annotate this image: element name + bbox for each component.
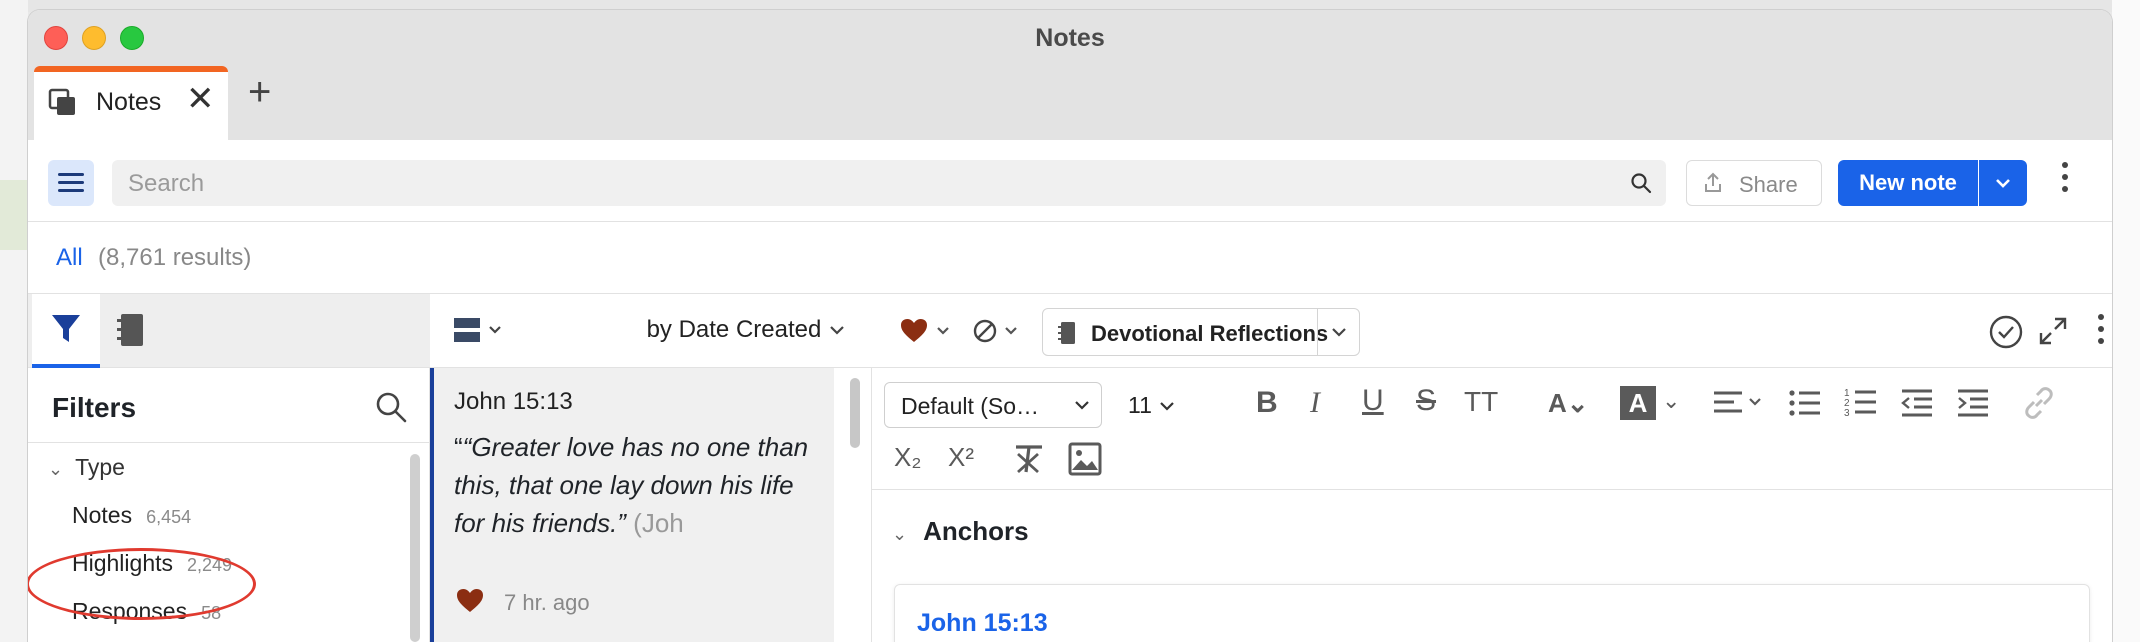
strikethrough-icon[interactable]: S	[1416, 386, 1436, 416]
tab-close-icon[interactable]: ✕	[186, 82, 215, 116]
notebook-icon	[1058, 322, 1075, 344]
chevron-down-icon	[1160, 402, 1175, 411]
sidebar-menu-button[interactable]	[48, 160, 94, 206]
font-size-select[interactable]: 11	[1128, 392, 1176, 419]
more-options-icon[interactable]	[2062, 162, 2070, 198]
check-circle-icon[interactable]	[1988, 314, 2024, 350]
list-scrollbar[interactable]	[850, 378, 860, 448]
anchor-card: John 15:13	[894, 584, 2090, 642]
notes-stack-icon	[48, 88, 75, 115]
list-item[interactable]: John 15:13 ““Greater love has no one tha…	[430, 368, 834, 642]
heart-icon	[457, 589, 483, 612]
add-tab-button[interactable]: +	[248, 72, 271, 112]
type-group-label: Type	[75, 454, 125, 480]
layout-toggle-icon[interactable]	[454, 316, 510, 346]
chevron-down-icon	[830, 326, 844, 335]
search-icon[interactable]	[1630, 172, 1652, 194]
results-bar: All (8,761 results)	[28, 222, 2112, 294]
visibility-dropdown-icon[interactable]	[972, 316, 1034, 346]
notebook-label: Devotional Reflections	[1091, 321, 1329, 346]
heart-dropdown-icon[interactable]	[900, 316, 962, 346]
share-label: Share	[1739, 172, 1798, 197]
type-group-toggle[interactable]: ⌄ Type	[48, 454, 125, 481]
new-note-dropdown-button[interactable]	[1979, 160, 2027, 206]
notebook-select[interactable]: Devotional Reflections	[1042, 308, 1360, 356]
font-family-select[interactable]: Default (So…	[884, 382, 1102, 428]
chevron-down-icon: ⌄	[48, 459, 64, 479]
share-button[interactable]: Share	[1686, 160, 1822, 206]
results-count: (8,761 results)	[98, 244, 252, 271]
desktop-left-edge	[0, 0, 28, 642]
clear-formatting-icon[interactable]	[1012, 442, 1046, 476]
filters-scrollbar[interactable]	[410, 454, 420, 642]
desktop-right-edge	[2112, 0, 2140, 642]
notes-list-panel: by Date Created John 15:13 ““Greater lov…	[430, 294, 872, 642]
superscript-icon[interactable]: X²	[948, 444, 974, 470]
card-timestamp: 7 hr. ago	[504, 590, 590, 615]
font-size-label: 11	[1128, 392, 1152, 418]
sort-label: by Date Created	[646, 316, 822, 343]
notebook-dropdown-button[interactable]	[1317, 309, 1359, 355]
filters-title: Filters	[52, 392, 137, 423]
notes-window: Notes Notes ✕ + Search Share New note Al…	[28, 10, 2112, 642]
italic-icon[interactable]: I	[1310, 388, 1320, 418]
numbered-list-icon[interactable]: 123	[1844, 386, 1878, 418]
card-reference: John 15:13	[454, 388, 573, 415]
filters-panel: Filters ⌄ Type Notes 6,454 Highlights 2,249…	[28, 294, 430, 642]
note-editor-panel: Devotional Reflections Default (So… 11 B…	[872, 294, 2112, 642]
notebook-icon[interactable]	[116, 312, 146, 348]
new-note-button[interactable]: New note	[1838, 160, 1978, 206]
tab-notes[interactable]: Notes ✕	[34, 66, 228, 146]
filter-funnel-icon	[52, 315, 80, 342]
search-input[interactable]: Search	[128, 170, 204, 198]
chevron-down-icon: ⌄	[892, 524, 908, 544]
chevron-down-icon	[1996, 179, 2010, 188]
tab-label: Notes	[96, 88, 162, 116]
left-panel-tabs	[28, 294, 430, 368]
search-icon[interactable]	[374, 390, 408, 424]
anchors-section-toggle[interactable]: ⌄ Anchors	[892, 516, 1029, 547]
filter-item-notes[interactable]: Notes 6,454	[72, 502, 191, 529]
filter-label: Notes	[72, 502, 133, 528]
chevron-down-icon	[1332, 328, 1346, 337]
more-options-icon[interactable]	[2098, 314, 2106, 350]
subscript-icon[interactable]: X₂	[894, 444, 921, 470]
highlight-color-icon[interactable]: A	[1620, 386, 1656, 420]
text-case-icon[interactable]: TT	[1464, 388, 1498, 416]
align-left-icon[interactable]	[1712, 388, 1766, 418]
insert-image-icon[interactable]	[1068, 442, 1102, 476]
formatting-toolbar: Default (So… 11 B I U S TT A⌄ A ⌄ 1 2 3 …	[872, 368, 2112, 490]
bullet-list-icon[interactable]	[1788, 388, 1822, 418]
bold-icon[interactable]: B	[1256, 388, 1278, 418]
share-icon	[1705, 172, 1721, 192]
outdent-icon[interactable]	[1900, 388, 1934, 418]
link-icon[interactable]	[2022, 386, 2056, 420]
indent-icon[interactable]	[1956, 388, 1990, 418]
filter-count: 6,454	[146, 507, 192, 527]
svg-text:3: 3	[1844, 408, 1850, 418]
title-bar: Notes Notes ✕ +	[28, 10, 2112, 146]
sort-dropdown[interactable]: by Date Created	[647, 316, 846, 344]
highlight-annotation-circle	[28, 548, 256, 620]
anchor-reference-link[interactable]: John 15:13	[917, 609, 1048, 638]
tab-filters[interactable]	[32, 294, 100, 368]
search-field[interactable]: Search	[112, 160, 1666, 206]
chevron-down-icon	[1075, 401, 1089, 410]
font-family-label: Default (So…	[901, 393, 1040, 419]
main-toolbar: Search Share New note	[28, 144, 2112, 222]
anchors-label: Anchors	[923, 516, 1029, 546]
chevron-down-icon[interactable]: ⌄	[1662, 390, 1680, 412]
expand-icon[interactable]	[2038, 316, 2068, 346]
list-header: by Date Created	[430, 294, 872, 368]
editor-header: Devotional Reflections	[872, 294, 2112, 368]
font-color-icon[interactable]: A⌄	[1548, 390, 1589, 416]
window-title: Notes	[1035, 24, 1105, 52]
all-results-link[interactable]: All	[56, 244, 83, 272]
underline-icon[interactable]: U	[1362, 386, 1384, 416]
